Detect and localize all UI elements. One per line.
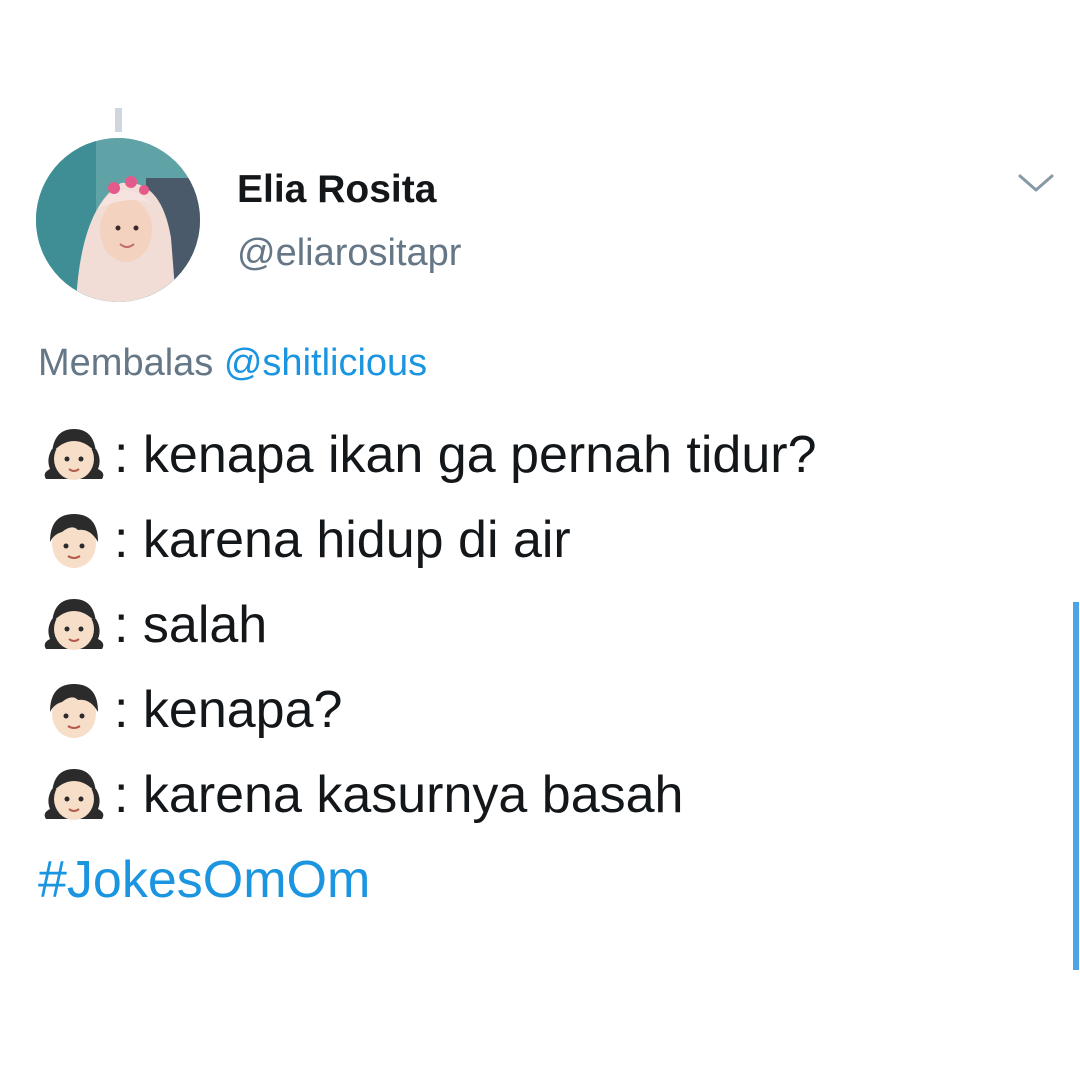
- reply-mention-link[interactable]: @shitlicious: [224, 342, 427, 384]
- girl-emoji-icon: [44, 768, 104, 820]
- user-handle[interactable]: @eliarositapr: [237, 232, 461, 275]
- avatar-photo: [36, 138, 200, 302]
- dialogue-text: : kenapa?: [114, 680, 343, 739]
- dialogue-line: : karena kasurnya basah: [38, 752, 1058, 837]
- dialogue-line: : kenapa ikan ga pernah tidur?: [38, 412, 1058, 497]
- dialogue-text: : salah: [114, 595, 268, 654]
- reply-context: Membalas @shitlicious: [38, 342, 427, 385]
- girl-emoji-icon: [44, 428, 104, 480]
- dialogue-line: : salah: [38, 582, 1058, 667]
- thread-connector-line: [115, 108, 122, 132]
- dialogue-line: : kenapa?: [38, 667, 1058, 752]
- reply-prefix: Membalas: [38, 342, 214, 384]
- tweet-text: : kenapa ikan ga pernah tidur? : karena …: [38, 412, 1058, 922]
- dialogue-line: : karena hidup di air: [38, 497, 1058, 582]
- dialogue-text: : kenapa ikan ga pernah tidur?: [114, 425, 817, 484]
- dialogue-text: : karena kasurnya basah: [114, 765, 684, 824]
- display-name[interactable]: Elia Rosita: [237, 168, 436, 212]
- boy-emoji-icon: [50, 683, 98, 738]
- hashtag-link[interactable]: #JokesOmOm: [38, 837, 1058, 922]
- girl-emoji-icon: [44, 598, 104, 650]
- boy-emoji-icon: [50, 513, 98, 568]
- scrollbar[interactable]: [1073, 602, 1079, 970]
- dialogue-text: : karena hidup di air: [114, 510, 571, 569]
- chevron-down-icon[interactable]: [1016, 168, 1056, 198]
- avatar[interactable]: [36, 138, 200, 302]
